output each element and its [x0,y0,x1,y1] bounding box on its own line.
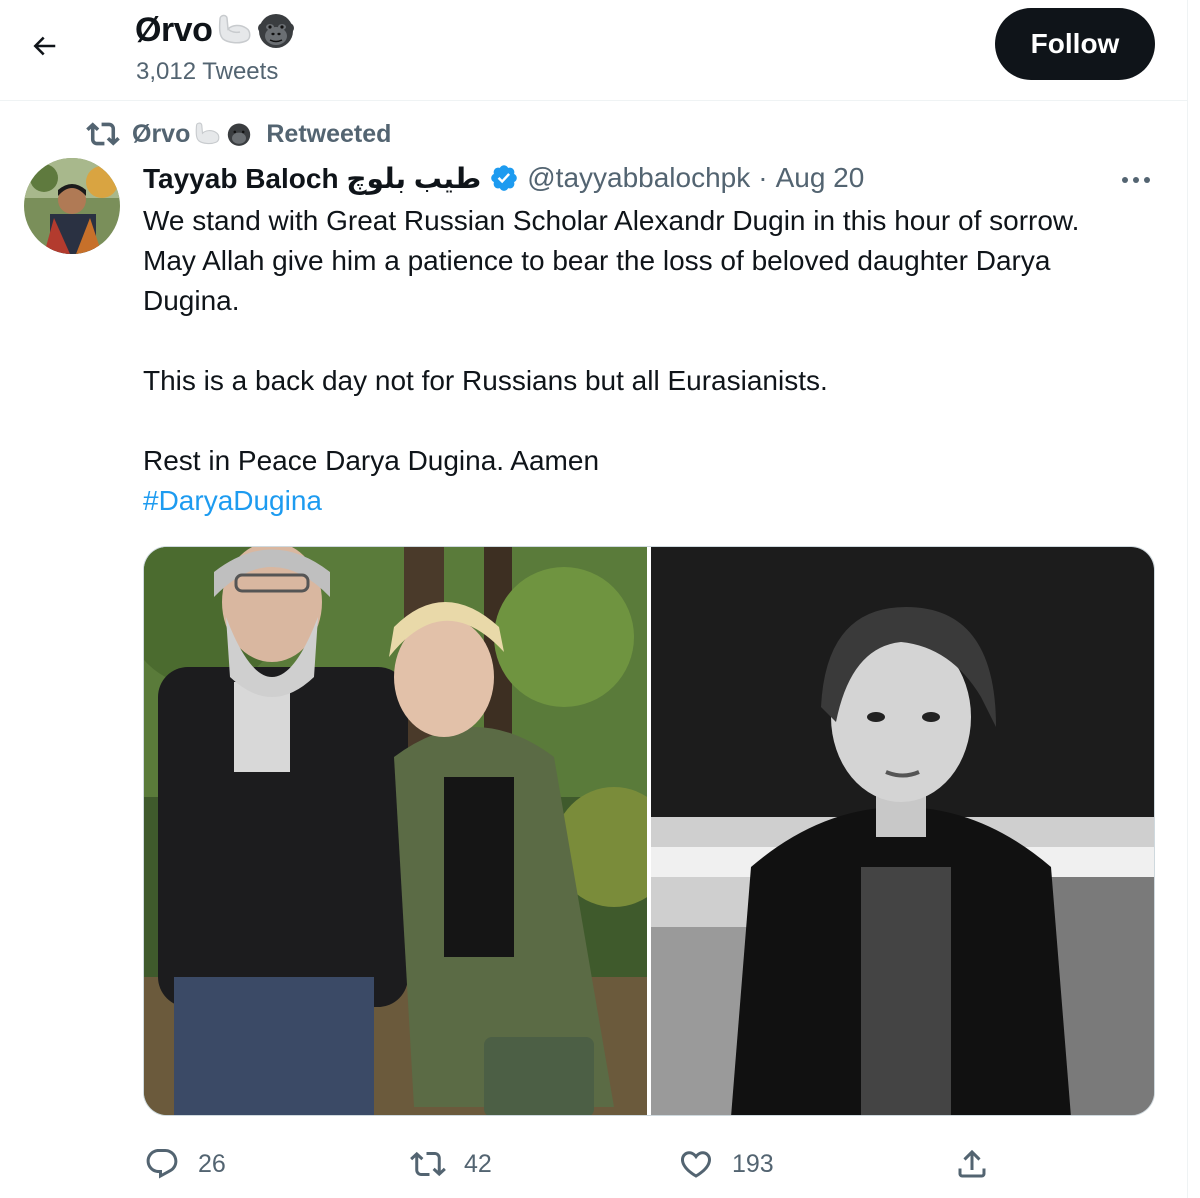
media-photo-2[interactable] [651,547,1154,1115]
retweet-icon [86,122,120,146]
like-button[interactable]: 193 [678,1140,774,1188]
reply-icon [146,1149,178,1179]
more-options-button[interactable] [1112,162,1160,198]
profile-name-text: Ørvo [135,10,213,49]
tweet-line: Dugina. [143,285,240,316]
arrow-left-icon [33,36,56,56]
avatar[interactable] [24,158,120,254]
photo-bw-portrait [651,547,1154,1115]
tweet-media [143,546,1155,1116]
hashtag-link[interactable]: #DaryaDugina [143,485,322,516]
retweet-context: Ørvo Retweeted [86,117,391,151]
share-button[interactable] [954,1140,990,1188]
tweet-text: We stand with Great Russian Scholar Alex… [143,201,1163,521]
retweeted-label: Retweeted [266,119,392,148]
flexed-biceps-icon [196,122,220,145]
meta-separator: · [758,162,768,193]
author-name[interactable]: Tayyab Baloch طیب بلوچ [143,162,481,195]
more-dots-icon [1122,177,1150,183]
follow-button[interactable]: Follow [995,8,1155,80]
tweet-line: This is a back day not for Russians but … [143,365,828,396]
author-handle[interactable]: @tayyabbalochpk [527,162,750,194]
profile-name: Ørvo [135,10,296,50]
gorilla-icon [228,123,251,146]
retweeter-name: Ørvo [132,119,191,148]
tweet-author-line: Tayyab Baloch طیب بلوچ @tayyabbalochpk ·… [143,158,864,198]
retweet-button[interactable]: 42 [410,1140,492,1188]
tweets-count: 3,012 Tweets [136,58,279,85]
retweet-icon [410,1151,446,1177]
profile-header: Ørvo 3,012 Tweets Follow [0,0,1187,101]
tweet-date[interactable]: Aug 20 [776,162,865,194]
photo-forest-portrait [144,547,647,1115]
verified-badge-icon [491,165,518,191]
tweet-line: We stand with Great Russian Scholar Alex… [143,205,1080,236]
heart-icon [680,1151,712,1178]
tweet-line [143,401,1163,441]
avatar-image [24,158,120,254]
media-photo-1[interactable] [144,547,647,1115]
retweet-count: 42 [464,1149,492,1178]
column-border [1187,0,1188,1198]
reply-count: 26 [198,1149,226,1178]
gorilla-icon [258,14,295,48]
tweet-line: May Allah give him a patience to bear th… [143,245,1051,276]
reply-button[interactable]: 26 [144,1140,226,1188]
tweet-actions: 26 42 193 [140,1140,1000,1188]
like-count: 193 [732,1149,774,1178]
tweet-line [143,321,1163,361]
back-button[interactable] [20,22,68,70]
flexed-biceps-icon [219,14,251,44]
retweeter-link[interactable]: Ørvo [132,120,254,149]
share-icon [958,1149,986,1178]
tweet-line: Rest in Peace Darya Dugina. Aamen [143,445,600,476]
